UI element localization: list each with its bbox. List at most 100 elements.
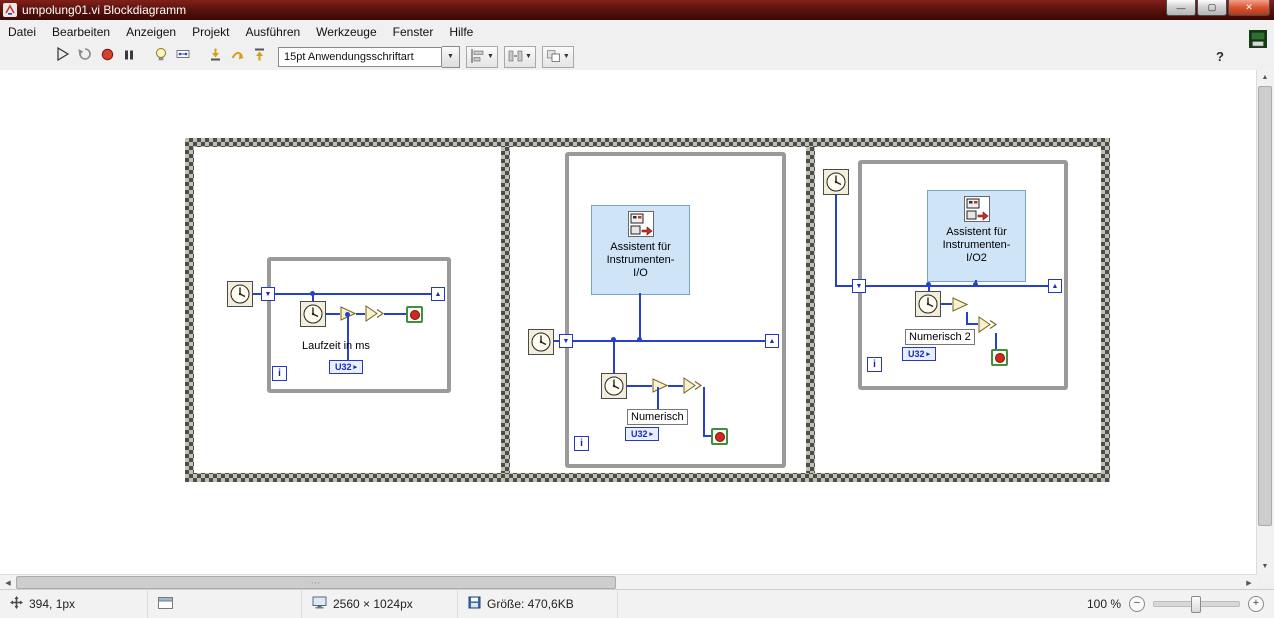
- scroll-right-button[interactable]: ▶: [1241, 575, 1257, 590]
- step-into-button[interactable]: [204, 46, 226, 68]
- loop-iteration-terminal[interactable]: i: [272, 366, 287, 381]
- block-diagram-canvas[interactable]: ▼ ▲ Laufzeit in ms U32 ▸ i Assistent für…: [0, 70, 1257, 574]
- zoom-slider-thumb[interactable]: [1191, 595, 1202, 613]
- menu-anzeigen[interactable]: Anzeigen: [118, 22, 184, 42]
- wire: [835, 195, 837, 286]
- horizontal-scrollbar[interactable]: ◀ ∙∙∙ ▶: [0, 574, 1257, 590]
- stop-button-terminal[interactable]: [406, 306, 423, 323]
- terminal-label[interactable]: Numerisch 2: [905, 329, 975, 345]
- stop-icon: [409, 309, 420, 320]
- maximize-button[interactable]: ▢: [1197, 0, 1227, 16]
- menu-datei[interactable]: Datei: [0, 22, 44, 42]
- reorder-objects-button[interactable]: ▼: [541, 45, 574, 68]
- increment-node[interactable]: [952, 297, 968, 312]
- horizontal-scroll-thumb[interactable]: ∙∙∙: [16, 576, 616, 589]
- clock-function-node[interactable]: [528, 329, 554, 355]
- retain-wire-values-button[interactable]: [172, 46, 194, 68]
- scroll-left-button[interactable]: ◀: [0, 575, 16, 590]
- close-button[interactable]: ✕: [1228, 0, 1270, 16]
- menu-hilfe[interactable]: Hilfe: [441, 22, 481, 42]
- wire: [864, 285, 1048, 287]
- minimize-button[interactable]: —: [1166, 0, 1196, 16]
- toolbar: 15pt Anwendungsschriftart ▼ ▼ ▼ ▼: [0, 43, 1274, 71]
- wire: [613, 342, 615, 373]
- context-help-button[interactable]: ?: [1210, 46, 1230, 66]
- loop-tunnel-out[interactable]: ▲: [1048, 279, 1062, 293]
- align-objects-button[interactable]: ▼: [466, 45, 498, 68]
- clock-function-node[interactable]: [601, 373, 627, 399]
- loop-tunnel-in[interactable]: ▼: [261, 287, 275, 301]
- font-selector[interactable]: 15pt Anwendungsschriftart: [278, 46, 442, 67]
- menu-fenster[interactable]: Fenster: [385, 22, 442, 42]
- file-size-segment: Größe: 470,6KB: [458, 590, 618, 618]
- zoom-in-button[interactable]: +: [1248, 595, 1264, 612]
- wire: [273, 293, 433, 295]
- run-button[interactable]: [52, 46, 74, 68]
- cursor-position-segment: 394, 1px: [0, 590, 148, 618]
- loop-tunnel-out[interactable]: ▲: [431, 287, 445, 301]
- loop-tunnel-in[interactable]: ▼: [559, 334, 573, 348]
- clock-function-node[interactable]: [227, 281, 253, 307]
- comparison-node[interactable]: [365, 305, 384, 322]
- pause-button[interactable]: [118, 46, 140, 68]
- pane-indicator-segment: [148, 590, 302, 618]
- numeric-terminal-u32[interactable]: U32 ▸: [329, 360, 363, 374]
- scroll-down-button[interactable]: ▼: [1257, 559, 1273, 574]
- stop-button-terminal[interactable]: [991, 349, 1008, 366]
- abort-icon: [101, 48, 114, 66]
- menu-bearbeiten[interactable]: Bearbeiten: [44, 22, 118, 42]
- move-cursor-icon: [10, 596, 23, 612]
- abort-button[interactable]: [96, 46, 118, 68]
- loop-tunnel-out[interactable]: ▲: [765, 334, 779, 348]
- express-vi-instrument-io2[interactable]: Assistent für Instrumenten- I/O2: [927, 190, 1026, 282]
- zoom-slider[interactable]: [1153, 595, 1240, 613]
- wire: [571, 340, 765, 342]
- zoom-level-value: 100 %: [1086, 596, 1121, 611]
- scroll-up-button[interactable]: ▲: [1257, 70, 1273, 85]
- highlight-execution-button[interactable]: [150, 46, 172, 68]
- font-selector-value: 15pt Anwendungsschriftart: [284, 50, 414, 63]
- wire: [326, 313, 340, 315]
- step-out-button[interactable]: [248, 46, 270, 68]
- increment-node[interactable]: [652, 378, 668, 393]
- numeric-terminal-u32[interactable]: U32 ▸: [625, 427, 659, 441]
- comparison-node[interactable]: [683, 377, 702, 394]
- express-vi-instrument-io[interactable]: Assistent für Instrumenten- I/O: [591, 205, 690, 295]
- terminal-arrow-icon: ▸: [649, 430, 654, 438]
- run-continuous-button[interactable]: [74, 46, 96, 68]
- wire-junction: [973, 282, 978, 287]
- u32-label: U32: [907, 348, 925, 359]
- statusbar: 394, 1px 2560 × 1024px Größe: 470,6KB: [0, 589, 1274, 618]
- menu-projekt[interactable]: Projekt: [184, 22, 237, 42]
- sequence-frame-divider[interactable]: [806, 147, 815, 473]
- vi-icon: [1249, 30, 1267, 53]
- distribute-objects-button[interactable]: ▼: [503, 45, 536, 68]
- stop-button-terminal[interactable]: [711, 428, 728, 445]
- free-label[interactable]: Laufzeit in ms: [302, 340, 370, 352]
- vertical-scroll-thumb[interactable]: [1258, 86, 1272, 526]
- clock-function-node[interactable]: [915, 291, 941, 317]
- loop-iteration-terminal[interactable]: i: [867, 357, 882, 372]
- instrument-io-icon: [627, 211, 654, 237]
- numeric-terminal-u32[interactable]: U32 ▸: [902, 347, 936, 361]
- titlebar[interactable]: umpolung01.vi Blockdiagramm — ▢ ✕: [0, 0, 1274, 20]
- zoom-out-button[interactable]: −: [1129, 595, 1145, 612]
- vertical-scrollbar[interactable]: ▲ ▼: [1256, 70, 1274, 574]
- window-pane-icon: [158, 596, 173, 612]
- stop-icon: [714, 431, 725, 442]
- loop-iteration-terminal[interactable]: i: [574, 436, 589, 451]
- loop-tunnel-in[interactable]: ▼: [852, 279, 866, 293]
- resolution-value: 2560 × 1024px: [333, 597, 413, 611]
- clock-function-node[interactable]: [300, 301, 326, 327]
- step-over-button[interactable]: [226, 46, 248, 68]
- sequence-frame-divider[interactable]: [501, 147, 510, 473]
- comparison-node[interactable]: [978, 316, 997, 333]
- chevron-down-icon: ▼: [524, 53, 532, 60]
- menu-ausfuehren[interactable]: Ausführen: [237, 22, 308, 42]
- clock-function-node[interactable]: [823, 169, 849, 195]
- font-selector-dropdown-button[interactable]: ▼: [442, 45, 460, 68]
- menu-werkzeuge[interactable]: Werkzeuge: [308, 22, 384, 42]
- terminal-arrow-icon: ▸: [926, 350, 931, 358]
- run-icon: [56, 46, 70, 66]
- terminal-label[interactable]: Numerisch: [627, 409, 688, 425]
